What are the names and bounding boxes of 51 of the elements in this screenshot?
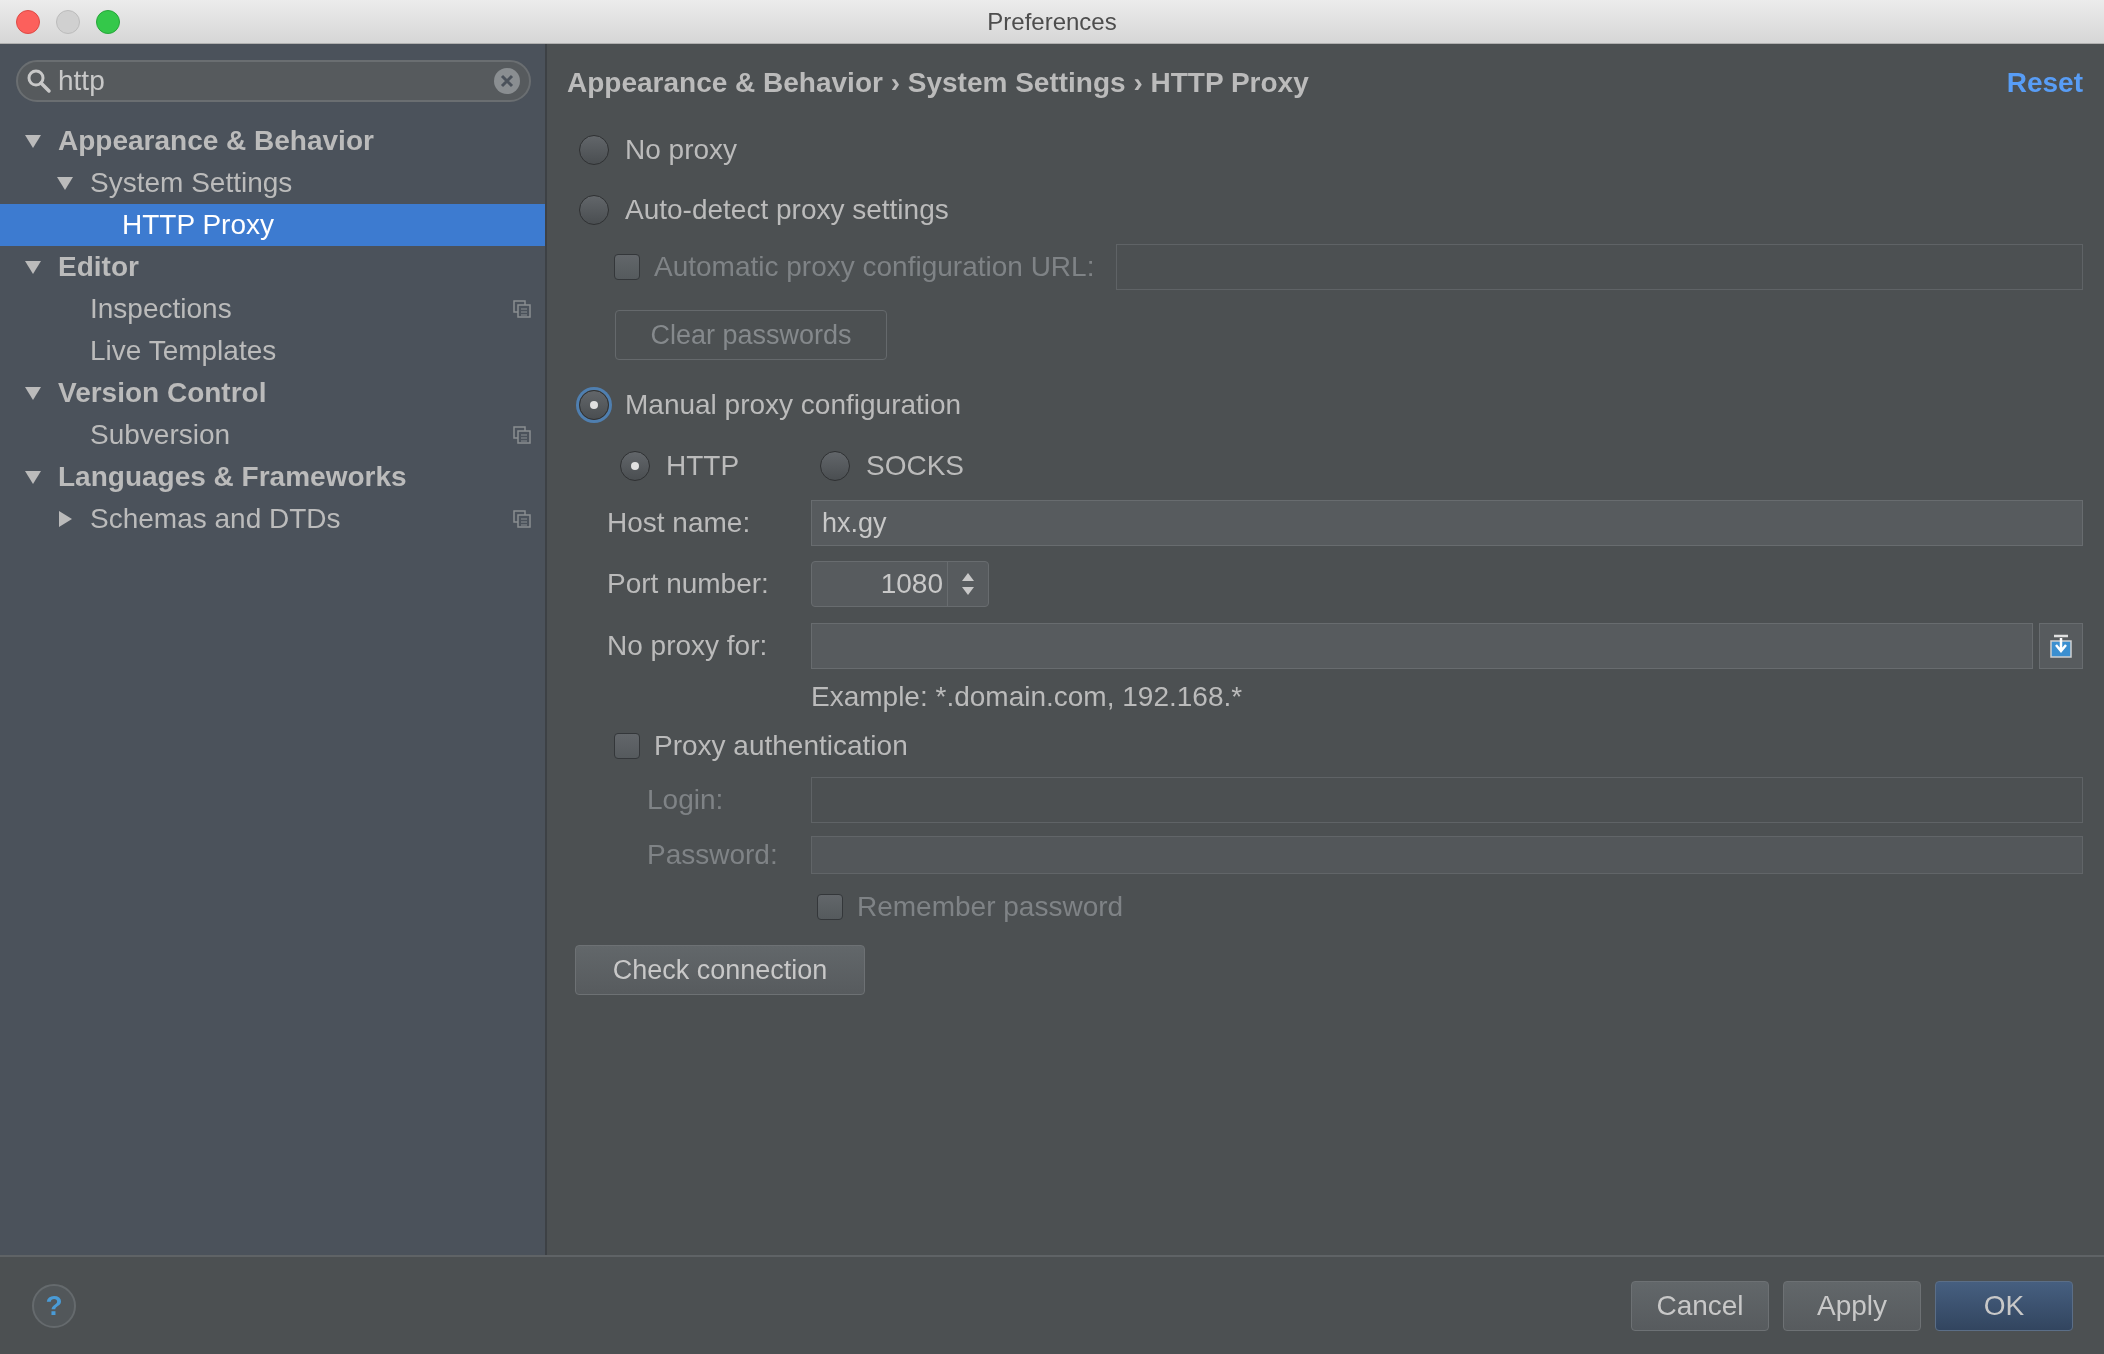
expanded-arrow-icon[interactable] [56, 174, 74, 192]
radio-label: SOCKS [866, 450, 965, 482]
search-field[interactable]: http [16, 60, 531, 102]
help-button[interactable]: ? [32, 1283, 76, 1328]
radio-label: No proxy [625, 134, 738, 166]
radio-label: HTTP [666, 450, 740, 482]
minimize-button[interactable] [56, 10, 80, 34]
search-icon [26, 68, 52, 94]
reset-link[interactable]: Reset [2006, 67, 2083, 99]
window-title: Preferences [987, 7, 1117, 36]
field-label: Port number: [607, 568, 770, 600]
radio-button[interactable] [620, 451, 650, 481]
radio-button[interactable] [820, 451, 850, 481]
example-hint: Example: *.domain.com, 192.168.* [811, 681, 1243, 713]
tree-item[interactable]: Inspections [0, 288, 545, 330]
dialog-button[interactable]: Apply [1783, 1280, 1921, 1331]
clear-icon[interactable] [493, 67, 521, 95]
tree-item[interactable]: Version Control [0, 372, 545, 414]
tree-item[interactable]: HTTP Proxy [0, 204, 545, 246]
radio-label: Auto-detect proxy settings [625, 194, 949, 226]
no-proxy-field[interactable] [811, 623, 2033, 669]
zoom-button[interactable] [96, 10, 120, 34]
port-number-field[interactable]: 1080 [811, 561, 989, 607]
tree-item[interactable]: Languages & Frameworks [0, 456, 545, 498]
field-label: No proxy for: [607, 630, 769, 662]
expanded-arrow-icon[interactable] [24, 384, 42, 402]
tree-item[interactable]: System Settings [0, 162, 545, 204]
radio-button[interactable] [579, 195, 609, 225]
field-label: Host name: [607, 507, 752, 539]
expanded-arrow-icon[interactable] [24, 132, 42, 150]
check-connection-button[interactable]: Check connection [575, 945, 865, 995]
down-arrow-icon [2048, 633, 2074, 659]
expanded-arrow-icon[interactable] [24, 468, 42, 486]
tree-item[interactable]: Editor [0, 246, 545, 288]
dialog-button[interactable]: OK [1935, 1280, 2073, 1331]
expand-button[interactable] [2039, 623, 2083, 669]
radio-label: Manual proxy configuration [625, 389, 962, 421]
breadcrumb: Appearance & Behavior › System Settings › HTTP Proxy [567, 67, 1309, 99]
host-name-field[interactable]: hx.gy [811, 500, 2083, 546]
collapsed-arrow-icon[interactable] [56, 510, 74, 528]
radio-button[interactable] [579, 135, 609, 165]
tree-item[interactable]: Subversion [0, 414, 545, 456]
close-button[interactable] [16, 10, 40, 34]
checkbox[interactable] [614, 733, 640, 759]
tree-item[interactable]: Live Templates [0, 330, 545, 372]
checkbox-label: Proxy authentication [654, 730, 908, 762]
radio-button[interactable] [579, 390, 609, 420]
tree-item[interactable]: Schemas and DTDs [0, 498, 545, 540]
dialog-button[interactable]: Cancel [1631, 1280, 1769, 1331]
tree-item[interactable]: Appearance & Behavior [0, 120, 545, 162]
expanded-arrow-icon[interactable] [24, 258, 42, 276]
